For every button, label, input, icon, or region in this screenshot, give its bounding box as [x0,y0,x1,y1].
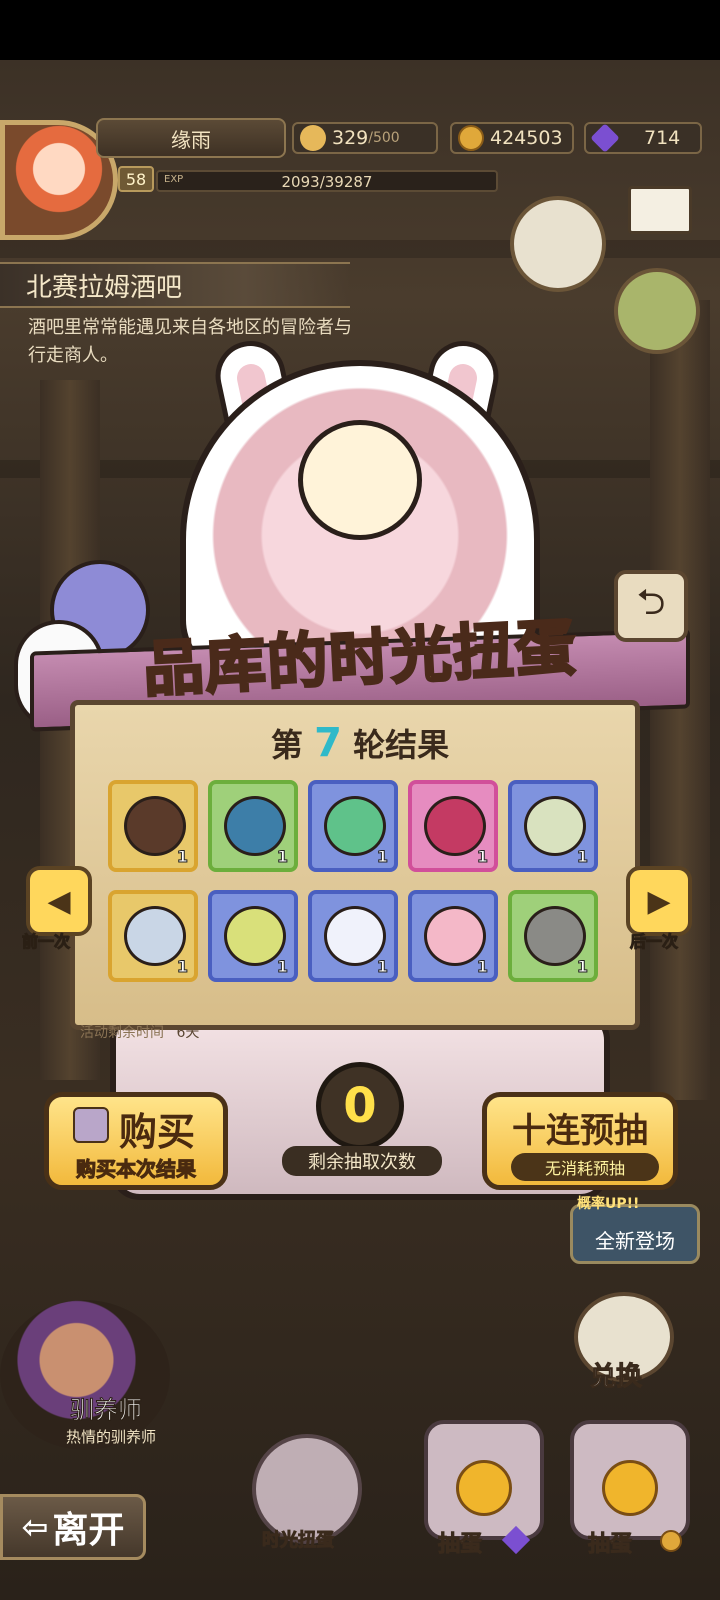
prev-label: 前一次 [21,932,71,952]
leave-label: 离开 [52,1510,125,1551]
new-arrival-label: 全新登场 [595,1229,675,1253]
round-prefix: 第 [270,726,303,764]
mail-icon[interactable] [628,186,692,234]
item-quantity: 1 [476,957,488,977]
back-arrow-icon[interactable]: ⮌ [614,570,688,642]
prev-result-button[interactable]: ◀ [26,866,92,936]
leave-button[interactable]: ⇦ 离开 [0,1494,146,1560]
next-result-button[interactable]: ▶ [626,866,692,936]
location-title: 北赛拉姆酒吧 [0,262,350,308]
stamina-counter[interactable]: 329 /500 [292,122,438,154]
new-arrival-badge[interactable]: 概率UP!! 全新登场 [570,1196,700,1264]
result-slot-green-armor[interactable]: 1 [308,780,398,872]
time-left: 活动剩余时间 6天 [80,1022,199,1042]
egg-gold-label: 抽蛋 [587,1532,633,1558]
npc-subtitle: 热情的驯养师 [66,1428,157,1446]
backpack-icon[interactable] [614,268,700,354]
item-quantity: 1 [376,847,388,867]
item-quantity: 1 [476,847,488,867]
player-name: 缘雨 [96,118,286,158]
purple-gem-icon [590,123,620,153]
bunny-head [298,420,422,540]
item-quantity: 1 [576,847,588,867]
location-description: 酒吧里常常能遇见来自各地区的冒险者与行走商人。 [28,317,352,366]
item-quantity: 1 [576,957,588,977]
preview-title: 十连预抽 [512,1111,648,1151]
result-slot-spotted-egg[interactable]: 1 [208,890,298,982]
result-slot-rose-helmet[interactable]: 1 [408,780,498,872]
time-left-value: 6天 [176,1025,200,1041]
buy-subtitle: 购买本次结果 [76,1157,197,1182]
golden-egg-icon [456,1460,512,1516]
gem-counter[interactable]: 714 [584,122,702,154]
buy-button[interactable]: 购买 购买本次结果 [44,1092,228,1190]
result-slot-leaf-pendant[interactable]: 1 [508,780,598,872]
quest-scroll-icon[interactable] [510,196,606,292]
stamina-value: 329 [332,127,369,149]
item-quantity: 1 [376,957,388,977]
round-number: 7 [314,720,342,766]
time-left-label: 活动剩余时间 [80,1025,164,1041]
preview-subtitle: 无消耗预抽 [511,1153,659,1181]
bread-icon [300,125,326,151]
round-title: 第 7 轮结果 [0,720,720,766]
gold-value: 424503 [490,127,563,149]
result-slot-spiral-shell[interactable]: 1 [208,780,298,872]
stamina-max: /500 [368,130,400,146]
result-slot-pink-scarf[interactable]: 1 [408,890,498,982]
next-label: 后一次 [629,932,679,952]
item-quantity: 1 [276,957,288,977]
buy-title: 购买 [119,1110,196,1154]
time-gacha-label: 时光扭蛋 [262,1530,335,1552]
item-quantity: 1 [176,957,188,977]
left-arrow-icon: ⇦ [21,1508,49,1546]
gem-value: 714 [644,127,681,149]
golden-egg-icon [602,1460,658,1516]
exp-bar: EXP 2093/39287 [156,170,498,192]
item-quantity: 1 [276,847,288,867]
rate-up-label: 概率UP!! [577,1196,640,1212]
item-quantity: 1 [176,847,188,867]
result-slot-horned-gear[interactable]: 1 [108,780,198,872]
remaining-count: 0 [316,1062,404,1150]
gold-coin-icon [660,1530,682,1552]
player-level: 58 [118,166,154,192]
remaining-label: 剩余抽取次数 [282,1146,442,1176]
gold-counter[interactable]: 424503 [450,122,574,154]
exp-value: 2093/39287 [281,173,373,191]
egg-gem-label: 抽蛋 [437,1532,483,1558]
result-slot-gray-hair[interactable]: 1 [508,890,598,982]
result-slot-pocket-watch[interactable]: 1 [108,890,198,982]
ten-preview-button[interactable]: 十连预抽 无消耗预抽 [482,1092,678,1190]
gold-coin-icon [458,125,484,151]
wood-beam [0,240,720,258]
exchange-label: 兑换 [589,1362,643,1393]
npc-name: 驯养师 [70,1396,143,1425]
round-suffix: 轮结果 [353,726,450,764]
tavern-scene: 缘雨 329 /500 424503 714 58 EXP 2093/39287… [0,0,720,1600]
buy-item-icon [73,1107,109,1143]
result-slot-bow-egg[interactable]: 1 [308,890,398,982]
